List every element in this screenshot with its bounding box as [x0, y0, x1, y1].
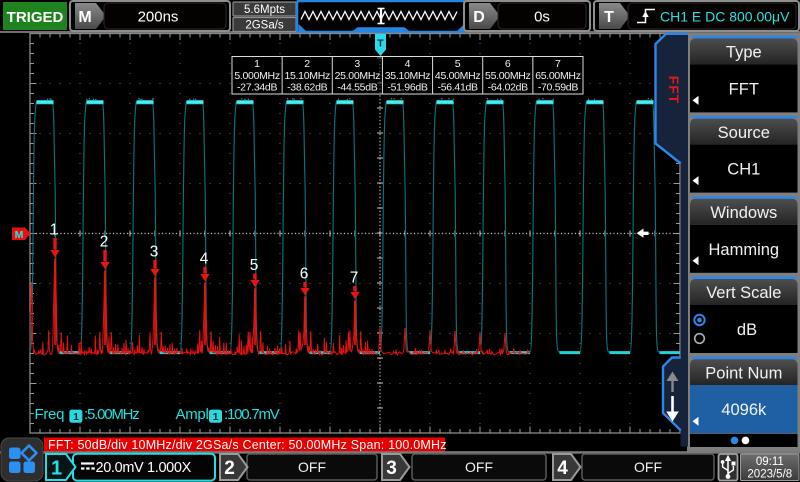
svg-text:20.0mV 1.000X: 20.0mV 1.000X	[96, 460, 192, 476]
svg-text:FFT: 50dB/div 10MHz/div 2GSa/s: FFT: 50dB/div 10MHz/div 2GSa/s Center: 5…	[48, 438, 447, 452]
svg-text:2: 2	[100, 234, 109, 251]
svg-text:3: 3	[150, 244, 159, 261]
svg-text:200ns: 200ns	[138, 9, 179, 26]
svg-text:5: 5	[250, 257, 259, 274]
svg-text:CH1 E DC 800.00μV: CH1 E DC 800.00μV	[660, 9, 790, 25]
svg-text:15.10MHz: 15.10MHz	[284, 70, 330, 82]
svg-text:1: 1	[50, 222, 59, 239]
svg-text:5.6Mpts: 5.6Mpts	[244, 4, 285, 16]
svg-text:5.000MHz: 5.000MHz	[234, 70, 280, 82]
svg-text:45.00MHz: 45.00MHz	[435, 70, 481, 82]
svg-text:7: 7	[350, 270, 359, 287]
svg-text:FFT: FFT	[729, 80, 759, 98]
svg-text:TRIGED: TRIGED	[7, 9, 64, 26]
svg-text:-56.41dB: -56.41dB	[438, 82, 479, 94]
svg-text:6: 6	[300, 266, 309, 283]
svg-text:0s: 0s	[534, 9, 550, 26]
svg-text:4: 4	[557, 458, 568, 479]
svg-text:CH1: CH1	[727, 161, 760, 179]
svg-text:4: 4	[200, 251, 209, 268]
svg-text:09:11: 09:11	[756, 456, 784, 468]
svg-text:T: T	[604, 9, 614, 26]
svg-text:1: 1	[73, 411, 79, 423]
svg-text:D: D	[473, 9, 485, 26]
svg-text:-27.34dB: -27.34dB	[237, 82, 278, 94]
svg-text:4: 4	[405, 58, 411, 70]
svg-text:OFF: OFF	[298, 459, 326, 475]
svg-text:-64.02dB: -64.02dB	[488, 82, 529, 94]
svg-text:2: 2	[224, 458, 235, 479]
svg-text:-38.62dB: -38.62dB	[287, 82, 328, 94]
svg-text:Hamming: Hamming	[708, 241, 779, 259]
svg-text:6: 6	[505, 58, 511, 70]
svg-text:55.00MHz: 55.00MHz	[485, 70, 531, 82]
svg-text:Windows: Windows	[710, 204, 777, 222]
svg-text:M: M	[15, 229, 24, 241]
svg-text:2023/5/8: 2023/5/8	[747, 468, 792, 480]
svg-text:-44.55dB: -44.55dB	[337, 82, 378, 94]
svg-text::5.00MHz: :5.00MHz	[84, 406, 139, 423]
svg-text:25.00MHz: 25.00MHz	[335, 70, 381, 82]
svg-text:M: M	[78, 9, 91, 26]
svg-text:Source: Source	[718, 124, 770, 142]
svg-text:5: 5	[455, 58, 461, 70]
svg-text:2: 2	[304, 58, 310, 70]
svg-text:1: 1	[213, 411, 219, 423]
svg-text:OFF: OFF	[465, 459, 493, 475]
svg-text:35.10MHz: 35.10MHz	[385, 70, 431, 82]
svg-text:T: T	[377, 38, 384, 50]
svg-text:-51.96dB: -51.96dB	[387, 82, 428, 94]
svg-text:1: 1	[254, 58, 260, 70]
svg-text:Ampl: Ampl	[176, 406, 209, 423]
svg-text:7: 7	[555, 58, 561, 70]
svg-text:Type: Type	[726, 44, 762, 62]
svg-text:3: 3	[354, 58, 360, 70]
svg-text:3: 3	[386, 458, 397, 479]
svg-text:OFF: OFF	[634, 459, 662, 475]
svg-text:Freq: Freq	[35, 406, 65, 423]
svg-text:1: 1	[51, 458, 62, 480]
svg-text:2GSa/s: 2GSa/s	[245, 20, 284, 32]
svg-text::100.7mV: :100.7mV	[224, 406, 280, 423]
svg-text:4096k: 4096k	[721, 401, 767, 419]
svg-text:dB: dB	[737, 321, 757, 339]
svg-text:Point Num: Point Num	[705, 364, 782, 382]
svg-text:Vert Scale: Vert Scale	[706, 284, 781, 302]
svg-text:-70.59dB: -70.59dB	[538, 82, 579, 94]
svg-text:65.00MHz: 65.00MHz	[535, 70, 581, 82]
svg-text:FFT: FFT	[666, 76, 682, 105]
